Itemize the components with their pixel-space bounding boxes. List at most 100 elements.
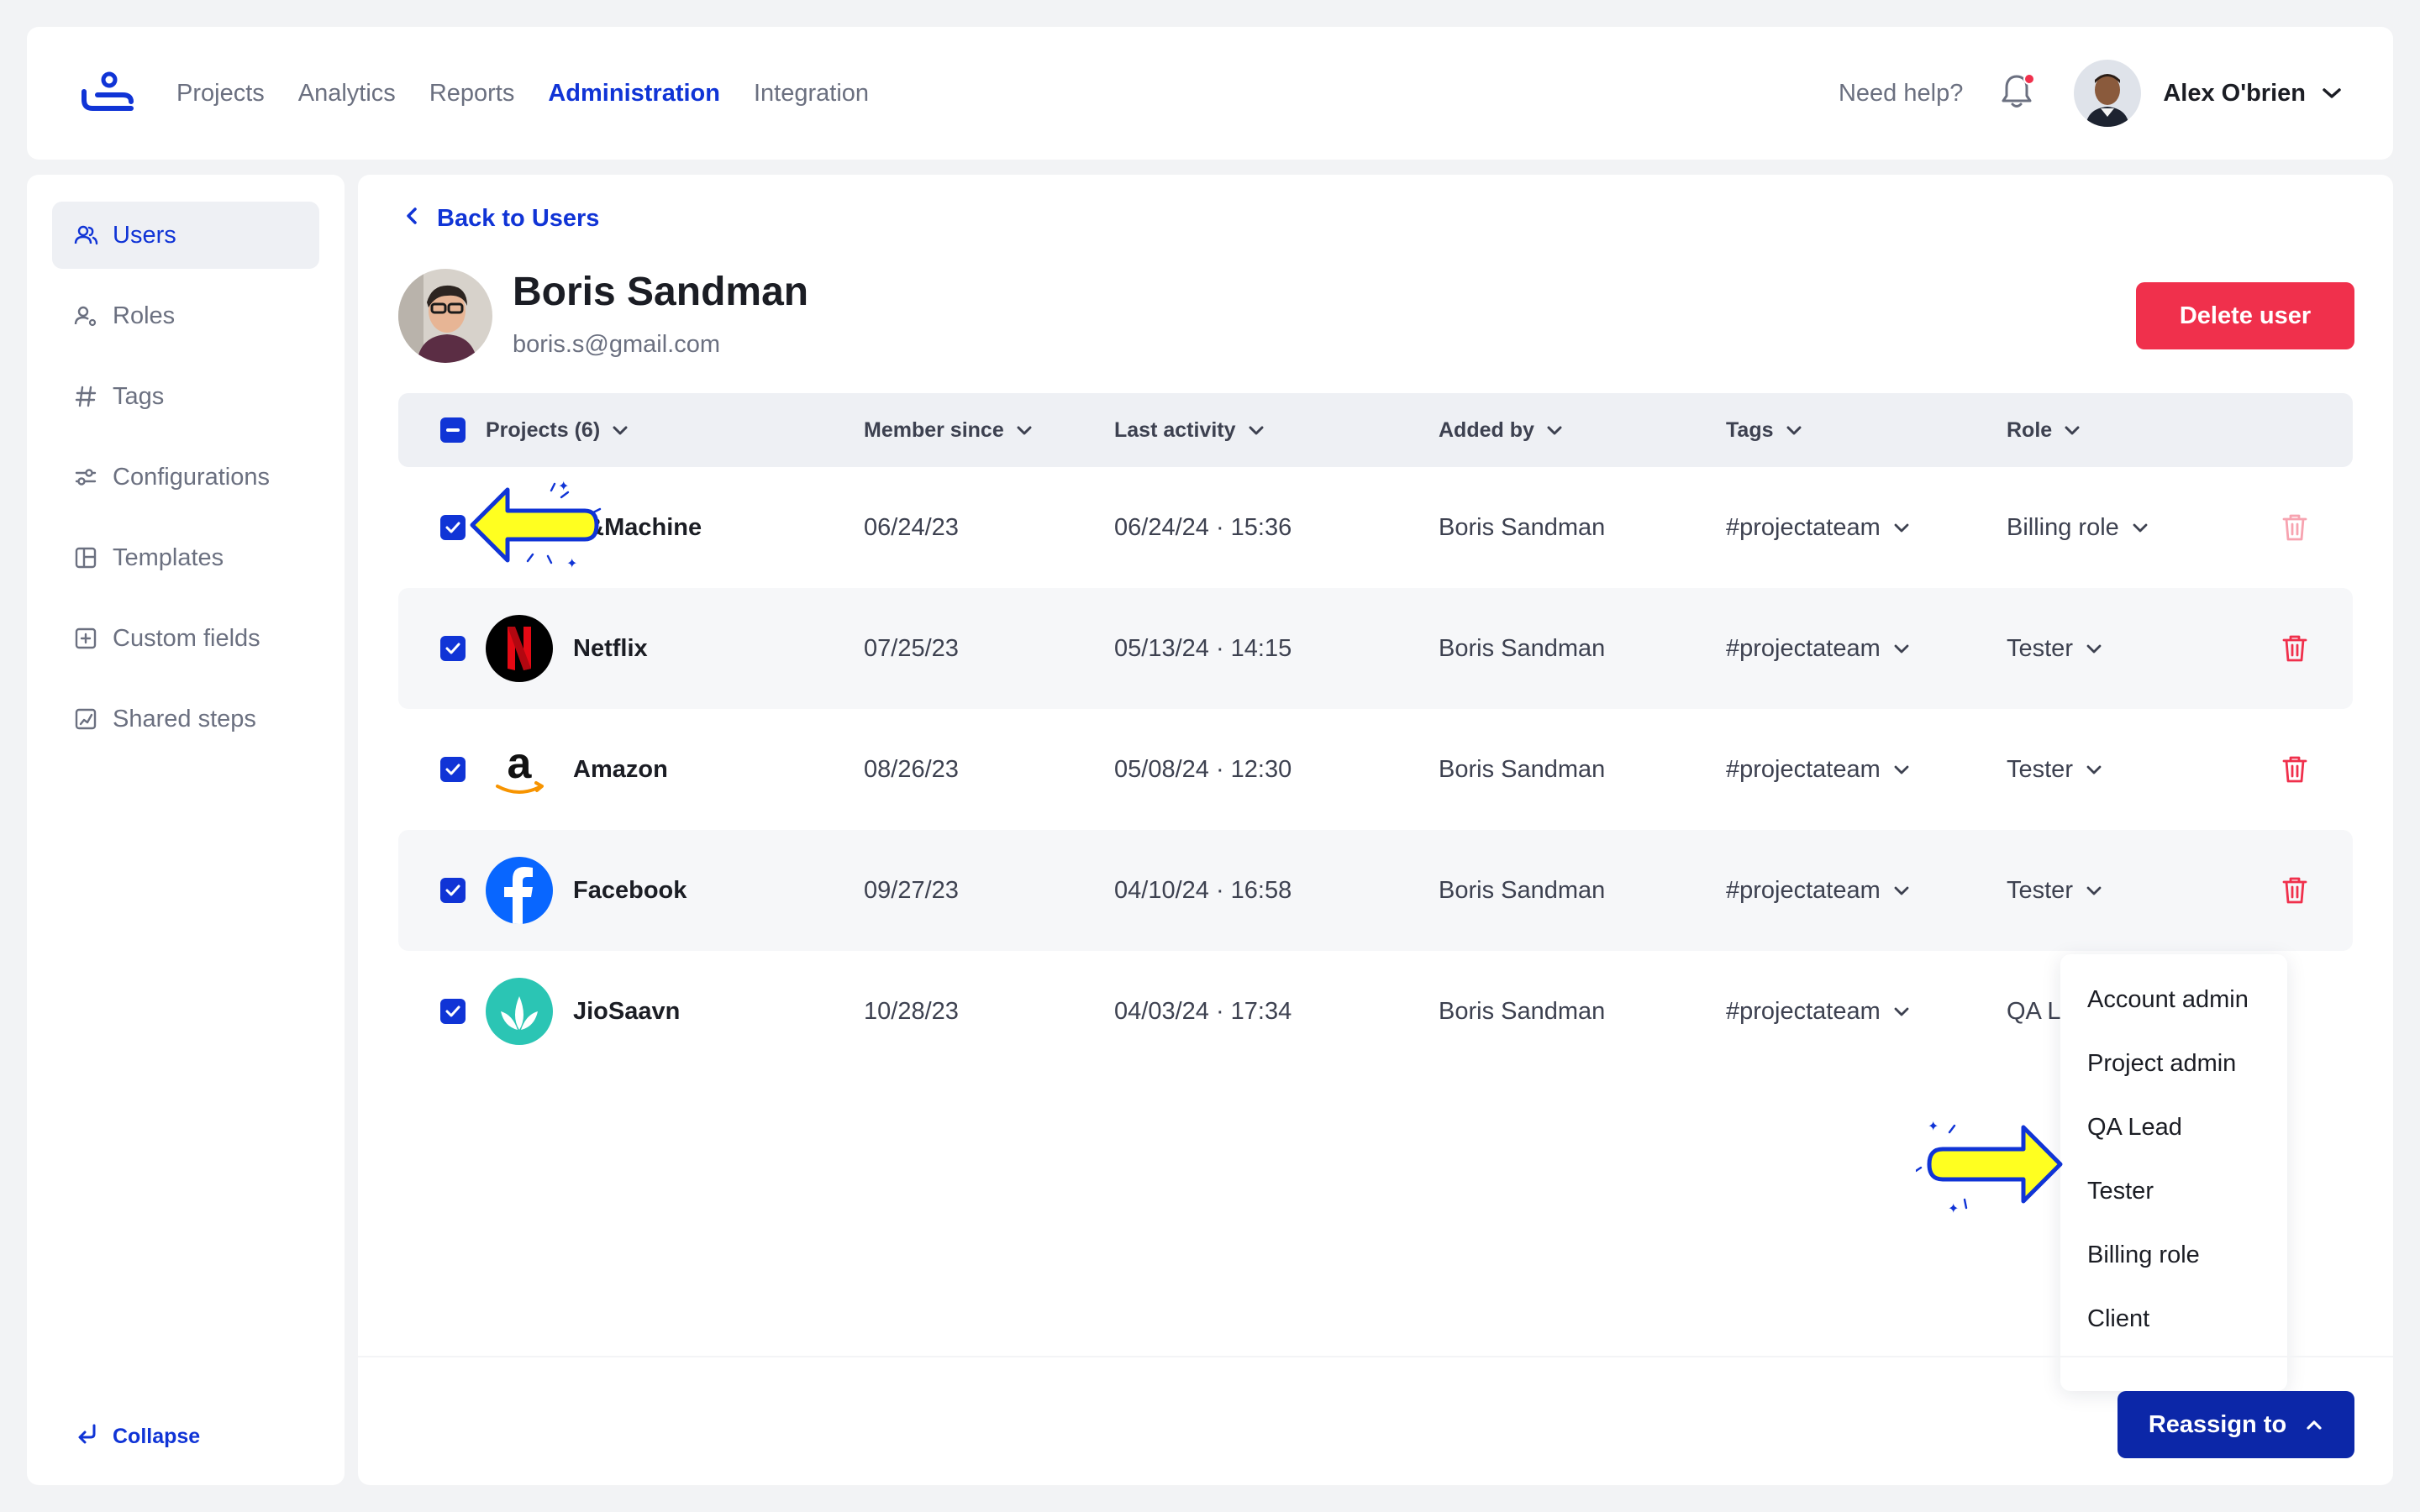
trash-icon (2282, 756, 2307, 783)
project-name: Facebook (573, 876, 687, 904)
header-added-by[interactable]: Added by (1439, 393, 1563, 467)
member-since-cell: 06/24/23 (864, 513, 959, 541)
facebook-logo-icon (486, 857, 553, 924)
tag-dropdown[interactable]: #projectateam (1726, 951, 1911, 1072)
delete-user-button[interactable]: Delete user (2136, 282, 2354, 349)
user-avatar[interactable] (2074, 60, 2142, 127)
sidebar-item-label: Shared steps (113, 705, 256, 732)
added-by-cell: Boris Sandman (1439, 634, 1606, 662)
user-name[interactable]: Alex O'brien (2163, 80, 2306, 108)
collapse-label: Collapse (113, 1425, 201, 1448)
role-dropdown[interactable]: Tester (2007, 588, 2103, 709)
member-since-cell: 07/25/23 (864, 634, 959, 662)
remove-project-button[interactable] (2281, 830, 2309, 951)
sidebar-item-tags[interactable]: Tags (52, 363, 319, 430)
last-activity-cell: 04/10/24 · 16:58 (1114, 876, 1292, 904)
row-checkbox[interactable] (440, 709, 466, 830)
role-option-tester[interactable]: Tester (2060, 1159, 2287, 1223)
tag-dropdown[interactable]: #projectateam (1726, 588, 1911, 709)
chevron-down-icon (2133, 523, 2148, 533)
table-row: Facebook 09/27/23 04/10/24 · 16:58 Boris… (398, 830, 2353, 951)
tag-value: #projectateam (1726, 997, 1881, 1025)
nav-projects[interactable]: Projects (176, 80, 265, 108)
topbar-right: Need help? Alex O'brien (1839, 60, 2343, 127)
jiosaavn-logo-icon (486, 978, 553, 1045)
role-dropdown[interactable]: Tester (2007, 830, 2103, 951)
project-cell[interactable]: Netflix (486, 588, 648, 709)
nav-administration[interactable]: Administration (548, 80, 720, 108)
nav-analytics[interactable]: Analytics (298, 80, 396, 108)
profile-email: boris.s@gmail.com (513, 331, 720, 358)
sidebar-item-label: Roles (113, 302, 176, 329)
row-checkbox[interactable] (440, 467, 466, 588)
header-last-activity[interactable]: Last activity (1114, 393, 1265, 467)
remove-project-button[interactable] (2281, 709, 2309, 830)
chevron-down-icon (2086, 644, 2102, 654)
back-to-users-link[interactable]: Back to Users (403, 205, 599, 233)
header-role[interactable]: Role (2007, 393, 2081, 467)
notifications-button[interactable] (2000, 73, 2037, 113)
trash-icon (2282, 877, 2307, 904)
tag-dropdown[interactable]: #projectateam (1726, 830, 1911, 951)
trash-icon (2282, 514, 2307, 541)
last-activity-cell: 04/03/24 · 17:34 (1114, 997, 1292, 1025)
highlight-arrow-left-icon: ✦ ✦ (470, 479, 602, 571)
svg-text:a: a (508, 739, 533, 788)
sidebar-item-users[interactable]: Users (52, 202, 319, 269)
svg-text:✦: ✦ (566, 555, 577, 571)
hash-icon (72, 383, 99, 410)
project-cell[interactable]: JioSaavn (486, 951, 680, 1072)
app-logo-icon[interactable] (79, 71, 139, 115)
roles-icon (72, 302, 99, 329)
sliders-icon (72, 464, 99, 491)
project-cell[interactable]: Facebook (486, 830, 687, 951)
remove-project-button[interactable] (2281, 467, 2309, 588)
chevron-down-icon[interactable] (2321, 86, 2343, 101)
role-dropdown[interactable]: Billing role (2007, 467, 2149, 588)
header-added-by-label: Added by (1439, 417, 1534, 442)
row-checkbox[interactable] (440, 951, 466, 1072)
sidebar-item-configurations[interactable]: Configurations (52, 444, 319, 511)
return-arrow-icon (76, 1422, 99, 1452)
role-value: QA L (2007, 997, 2061, 1025)
sidebar-item-label: Configurations (113, 463, 270, 491)
tag-value: #projectateam (1726, 755, 1881, 783)
role-dropdown[interactable]: Tester (2007, 709, 2103, 830)
chevron-down-icon (1894, 523, 1909, 533)
collapse-button[interactable]: Collapse (76, 1422, 200, 1452)
amazon-logo-icon: a (486, 736, 553, 803)
checkbox-checked-icon (440, 999, 466, 1024)
role-option-qa-lead[interactable]: QA Lead (2060, 1095, 2287, 1159)
nav-integration[interactable]: Integration (754, 80, 869, 108)
trash-icon (2282, 635, 2307, 662)
help-link[interactable]: Need help? (1839, 80, 1963, 108)
row-checkbox[interactable] (440, 830, 466, 951)
role-dropdown[interactable]: QA L (2007, 951, 2061, 1072)
tag-dropdown[interactable]: #projectateam (1726, 709, 1911, 830)
sidebar-item-roles[interactable]: Roles (52, 282, 319, 349)
header-member-since[interactable]: Member since (864, 393, 1033, 467)
role-menu: Account admin Project admin QA Lead Test… (2060, 954, 2287, 1391)
header-projects[interactable]: Projects (6) (486, 393, 629, 467)
last-activity-cell: 05/08/24 · 12:30 (1114, 755, 1292, 783)
sidebar-item-templates[interactable]: Templates (52, 524, 319, 591)
role-option-account-admin[interactable]: Account admin (2060, 968, 2287, 1032)
tag-value: #projectateam (1726, 634, 1881, 662)
nav-reports[interactable]: Reports (429, 80, 515, 108)
remove-project-button[interactable] (2281, 588, 2309, 709)
tag-dropdown[interactable]: #projectateam (1726, 467, 1911, 588)
select-all-checkbox[interactable] (440, 393, 466, 467)
role-option-project-admin[interactable]: Project admin (2060, 1032, 2287, 1095)
project-cell[interactable]: a Amazon (486, 709, 668, 830)
row-checkbox[interactable] (440, 588, 466, 709)
chevron-down-icon (1894, 886, 1909, 895)
sidebar-item-shared-steps[interactable]: Shared steps (52, 685, 319, 753)
chevron-up-icon (2307, 1420, 2322, 1430)
role-option-client[interactable]: Client (2060, 1287, 2287, 1351)
chevron-left-icon (403, 205, 420, 233)
added-by-cell: Boris Sandman (1439, 876, 1606, 904)
header-tags[interactable]: Tags (1726, 393, 1802, 467)
role-option-billing-role[interactable]: Billing role (2060, 1223, 2287, 1287)
reassign-to-button[interactable]: Reassign to (2118, 1391, 2354, 1458)
sidebar-item-custom-fields[interactable]: Custom fields (52, 605, 319, 672)
